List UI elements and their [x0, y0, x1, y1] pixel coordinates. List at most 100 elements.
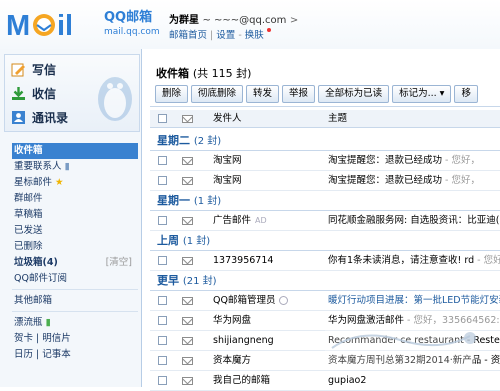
- ad-badge: AD: [255, 216, 267, 225]
- subject-text: 你有1条未读消息，请注意查收! rd: [328, 255, 475, 266]
- mail-sender[interactable]: 广告邮件 AD: [213, 211, 267, 230]
- forward-button[interactable]: 转发: [246, 85, 280, 103]
- group-count-link[interactable]: (21 封): [183, 276, 217, 287]
- sidebar-item-sent[interactable]: 已发送: [12, 223, 138, 239]
- row-checkbox[interactable]: [158, 156, 167, 165]
- link-skin[interactable]: 换肤: [245, 30, 264, 41]
- sidebar-item-drift-bottle[interactable]: 漂流瓶 ▮: [12, 315, 138, 331]
- group-label: 上周: [157, 234, 179, 247]
- table-header: 发件人 主题: [150, 110, 500, 128]
- mail-subject[interactable]: 暖灯行动项目进展：第一批LED节能灯安装: [328, 291, 500, 310]
- subject-text: gupiao2: [328, 375, 367, 386]
- envelope-icon: [182, 317, 193, 325]
- mail-subject[interactable]: Recommander ce restaurant - Reste: [328, 331, 500, 350]
- compose-button[interactable]: 写信: [11, 59, 56, 79]
- header: M il QQ邮箱 mail.qq.com 为群星 ~ ~~~@qq.com >…: [0, 0, 500, 49]
- mail-list: 星期二 (2 封) 淘宝网 淘宝提醒您：退款已经成功 - 您好， 淘宝网 淘宝提醒您：退…: [150, 131, 500, 391]
- sidebar-item-drafts[interactable]: 草稿箱: [12, 207, 138, 223]
- divider: [12, 309, 138, 312]
- mail-list-panel: 收件箱 (共 115 封) 删除 彻底删除 转发 举报 全部标为已读 标记为..…: [150, 49, 500, 391]
- sidebar: 写信 收信 通讯录 收件箱 重要联系人 ▮ 星标邮件 ★ 群邮件 草稿箱 已发送…: [0, 49, 142, 387]
- report-button[interactable]: 举报: [282, 85, 316, 103]
- mail-subject[interactable]: gupiao2: [328, 371, 500, 390]
- mail-row[interactable]: 淘宝网 淘宝提醒您：退款已经成功 - 您好，: [150, 171, 500, 191]
- brand-name: QQ邮箱: [104, 10, 153, 25]
- receive-button[interactable]: 收信: [11, 83, 56, 103]
- star-icon: ★: [55, 177, 64, 188]
- mail-row[interactable]: shijiangneng Recommander ce restaurant - …: [150, 331, 500, 351]
- user-name: 为群星: [169, 15, 199, 26]
- row-checkbox[interactable]: [158, 216, 167, 225]
- chevron-down-icon[interactable]: >: [290, 15, 298, 26]
- mail-row[interactable]: 1373956714 你有1条未读消息，请注意查收! rd - 您好: [150, 251, 500, 271]
- divider: [12, 287, 138, 290]
- mail-row[interactable]: QQ邮箱管理员 暖灯行动项目进展：第一批LED节能灯安装: [150, 291, 500, 311]
- qq-mail-logo[interactable]: M il QQ邮箱 mail.qq.com: [6, 10, 160, 43]
- mail-sender[interactable]: 1373956714: [213, 251, 273, 270]
- row-checkbox[interactable]: [158, 336, 167, 345]
- mail-sender[interactable]: 淘宝网: [213, 171, 242, 190]
- contacts-button[interactable]: 通讯录: [11, 107, 68, 127]
- group-count-link[interactable]: (1 封): [183, 236, 210, 247]
- column-from[interactable]: 发件人: [213, 110, 242, 127]
- delete-button[interactable]: 删除: [155, 85, 189, 103]
- row-checkbox[interactable]: [158, 376, 167, 385]
- mail-logo-icon: M il: [6, 10, 73, 42]
- link-home[interactable]: 邮箱首页: [169, 30, 207, 41]
- sidebar-item-vip[interactable]: 重要联系人 ▮: [12, 159, 138, 175]
- envelope-icon: [182, 257, 193, 265]
- mail-row[interactable]: 我自己的邮箱 gupiao2: [150, 371, 500, 391]
- mail-subject[interactable]: 淘宝提醒您：退款已经成功 - 您好，: [328, 151, 500, 170]
- select-all-checkbox[interactable]: [158, 114, 167, 123]
- delete-permanently-button[interactable]: 彻底删除: [191, 85, 244, 103]
- mail-sender[interactable]: shijiangneng: [213, 331, 274, 350]
- mail-subject[interactable]: 淘宝提醒您：退款已经成功 - 您好，: [328, 171, 500, 190]
- mail-row[interactable]: 华为网盘 华为网盘激活邮件 - 您好，335664562:: [150, 311, 500, 331]
- sidebar-item-inbox[interactable]: 收件箱: [12, 143, 138, 159]
- main-actions: 写信 收信 通讯录: [4, 54, 140, 132]
- mail-subject[interactable]: 同花顺金融服务网: 自选股资讯：比亚迪(0: [328, 211, 500, 230]
- mark-as-dropdown[interactable]: 标记为... ▾: [392, 85, 452, 103]
- row-checkbox[interactable]: [158, 296, 167, 305]
- link-settings[interactable]: 设置: [216, 30, 235, 41]
- sidebar-item-group[interactable]: 群邮件: [12, 191, 138, 207]
- sender-name: 华为网盘: [213, 315, 252, 326]
- mail-subject[interactable]: 你有1条未读消息，请注意查收! rd - 您好: [328, 251, 500, 270]
- group-count-link[interactable]: (2 封): [194, 136, 221, 147]
- row-checkbox[interactable]: [158, 356, 167, 365]
- mail-sender[interactable]: QQ邮箱管理员: [213, 291, 289, 310]
- sidebar-item-deleted[interactable]: 已删除: [12, 239, 138, 255]
- mail-sender[interactable]: 我自己的邮箱: [213, 371, 270, 390]
- sender-name: shijiangneng: [213, 335, 274, 346]
- envelope-icon: [182, 177, 193, 185]
- column-subject[interactable]: 主题: [328, 110, 347, 127]
- mail-row[interactable]: 广告邮件 AD 同花顺金融服务网: 自选股资讯：比亚迪(0: [150, 211, 500, 231]
- mail-sender[interactable]: 淘宝网: [213, 151, 242, 170]
- sidebar-item-subscriptions[interactable]: QQ邮件订阅: [12, 271, 138, 287]
- mail-sender[interactable]: 资本魔方: [213, 351, 251, 370]
- row-checkbox[interactable]: [158, 316, 167, 325]
- mail-subject[interactable]: 资本魔方周刊总第32期2014·新产品 - 资本: [328, 351, 500, 370]
- sidebar-item-calendar[interactable]: 日历 | 记事本: [12, 347, 138, 363]
- folder-list: 收件箱 重要联系人 ▮ 星标邮件 ★ 群邮件 草稿箱 已发送 已删除 垃圾箱(4…: [12, 143, 138, 363]
- empty-spam-link[interactable]: [清空]: [106, 255, 132, 271]
- sidebar-item-other-mailbox[interactable]: 其他邮箱: [12, 293, 138, 309]
- sidebar-item-cards[interactable]: 贺卡 | 明信片: [12, 331, 138, 347]
- move-to-dropdown[interactable]: 移: [454, 85, 478, 103]
- mail-sender[interactable]: 华为网盘: [213, 311, 251, 330]
- row-checkbox[interactable]: [158, 256, 167, 265]
- sender-name: QQ邮箱管理员: [213, 295, 276, 306]
- row-checkbox[interactable]: [158, 176, 167, 185]
- group-label: 星期二: [157, 134, 190, 147]
- mail-row[interactable]: 淘宝网 淘宝提醒您：退款已经成功 - 您好，: [150, 151, 500, 171]
- sender-name: 资本魔方: [213, 355, 252, 366]
- sidebar-item-starred[interactable]: 星标邮件 ★: [12, 175, 138, 191]
- user-info: 为群星 ~ ~~~@qq.com >: [169, 11, 298, 26]
- mark-all-read-button[interactable]: 全部标为已读: [318, 85, 390, 103]
- group-count-link[interactable]: (1 封): [194, 196, 221, 207]
- svg-text:M: M: [6, 10, 30, 40]
- sidebar-item-spam[interactable]: 垃圾箱(4) [清空]: [12, 255, 138, 271]
- mail-row[interactable]: 资本魔方 资本魔方周刊总第32期2014·新产品 - 资本: [150, 351, 500, 371]
- mail-subject[interactable]: 华为网盘激活邮件 - 您好，335664562:: [328, 311, 500, 330]
- bottle-icon: ▮: [45, 317, 51, 328]
